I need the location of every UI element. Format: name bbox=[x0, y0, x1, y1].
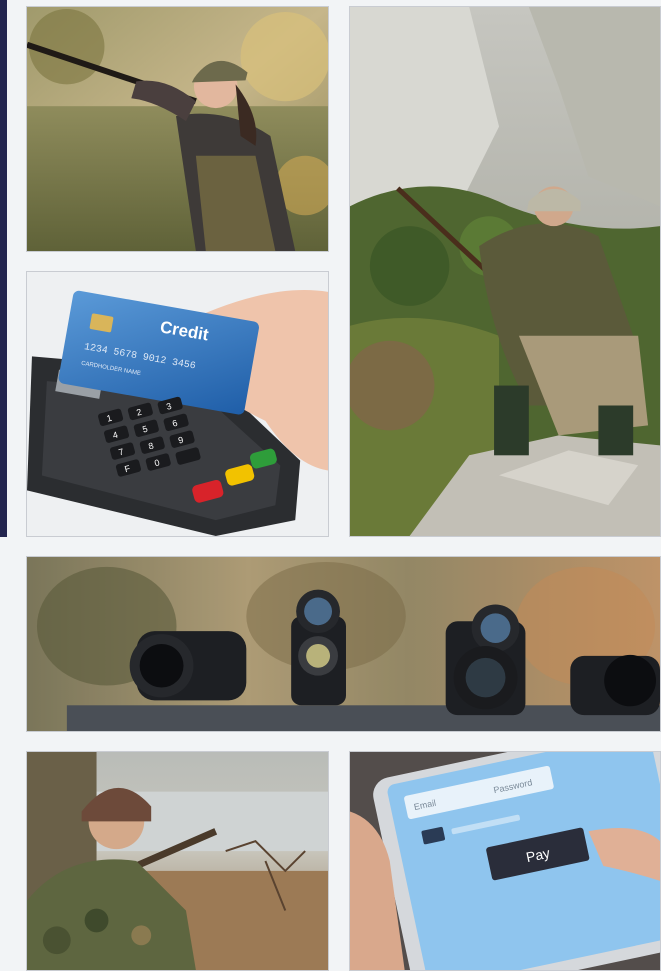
camouflaged-hunter-photo bbox=[26, 751, 329, 971]
rifle-scopes-photo bbox=[26, 556, 661, 732]
woman-hunter-photo bbox=[26, 6, 329, 252]
card-payment-terminal-photo: Credit 1234 5678 9012 3456 CARDHOLDER NA… bbox=[26, 271, 329, 537]
accent-bar bbox=[0, 0, 7, 537]
smartphone-payment-photo: Email Password Pay bbox=[349, 751, 661, 971]
hunter-on-cliff-photo bbox=[349, 6, 661, 537]
photo-collage-page: { "card": { "brand_text": "Credit", "num… bbox=[0, 0, 661, 971]
